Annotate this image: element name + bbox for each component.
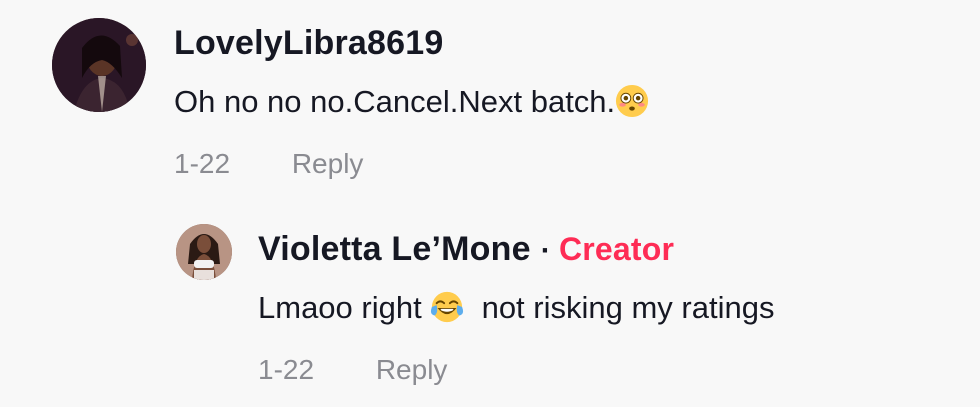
avatar[interactable] (52, 18, 146, 112)
comment-text-content: Oh no no no.Cancel.Next batch. (174, 84, 616, 119)
username: Violetta Le’Mone · Creator (258, 230, 674, 269)
comment-date: 1-22 (174, 148, 231, 179)
comment-text: Lmaoo right not risking my ratings (258, 290, 774, 326)
avatar-image (176, 224, 232, 280)
comment-meta: 1-22 Reply (258, 354, 447, 386)
reply-button[interactable]: Reply (376, 354, 448, 385)
reply-comment-item: Violetta Le’Mone · Creator Lmaoo right not… (176, 224, 956, 404)
avatar[interactable] (176, 224, 232, 280)
comment-text: Oh no no no.Cancel.Next batch. (174, 84, 649, 120)
username-link[interactable]: Violetta Le’Mone (258, 230, 531, 268)
flushed-face-emoji-icon (616, 84, 649, 118)
reply-button[interactable]: Reply (292, 148, 364, 179)
comment-date: 1-22 (258, 354, 315, 385)
avatar-image (52, 18, 146, 112)
comment-text-after: not risking my ratings (481, 290, 775, 325)
separator-dot: · (540, 234, 551, 267)
creator-badge: Creator (558, 231, 675, 267)
username[interactable]: LovelyLibra8619 (174, 24, 443, 63)
comment-text-before: Lmaoo right (258, 290, 422, 325)
comment-meta: 1-22 Reply (174, 148, 363, 180)
comment-item: LovelyLibra8619 Oh no no no.Cancel.Next … (52, 18, 952, 198)
face-with-tears-of-joy-emoji-icon (431, 291, 464, 323)
